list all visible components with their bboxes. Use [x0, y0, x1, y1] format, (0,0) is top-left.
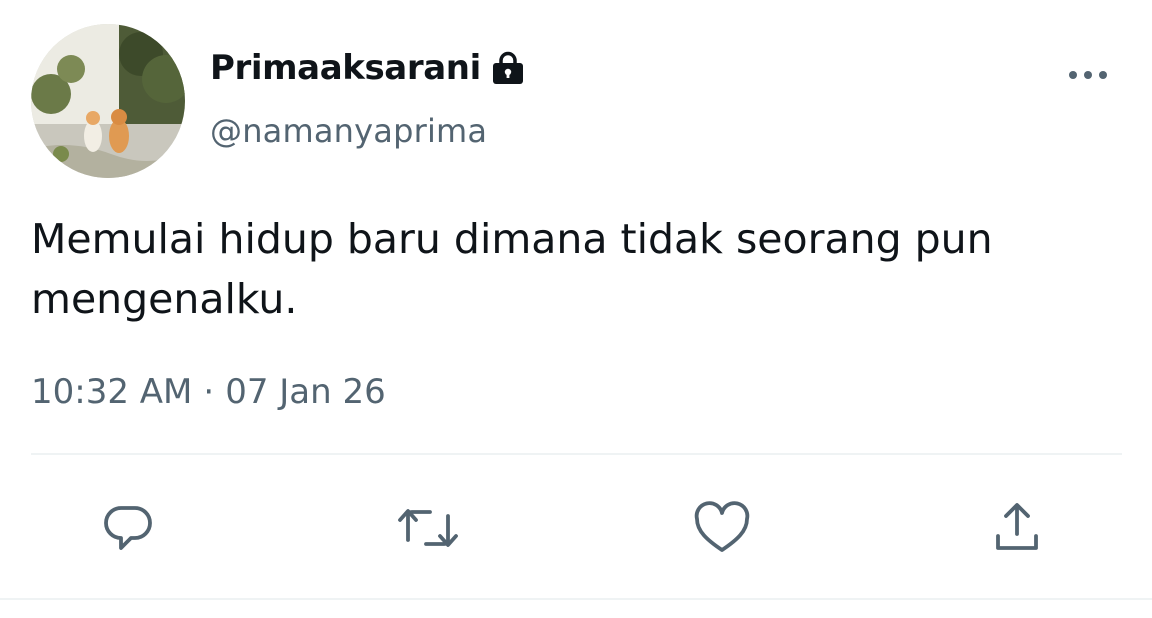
- more-options-button[interactable]: [1064, 58, 1112, 92]
- more-icon: [1069, 71, 1107, 79]
- display-name[interactable]: Primaaksarani: [210, 48, 481, 88]
- reply-icon: [104, 506, 152, 550]
- handle[interactable]: @namanyaprima: [210, 112, 487, 150]
- divider: [0, 598, 1152, 600]
- retweet-button[interactable]: [396, 496, 460, 560]
- heart-icon: [694, 501, 750, 552]
- author-row: Primaaksarani: [210, 44, 526, 92]
- retweet-icon: [398, 509, 458, 547]
- timestamp[interactable]: 10:32 AM · 07 Jan 26: [31, 372, 386, 412]
- tweet-date: 07 Jan 26: [225, 372, 386, 412]
- share-button[interactable]: [985, 496, 1049, 560]
- share-icon: [996, 503, 1038, 550]
- divider: [31, 453, 1122, 455]
- timestamp-separator: ·: [203, 372, 215, 412]
- tweet-time: 10:32 AM: [31, 372, 193, 412]
- avatar-image: [31, 24, 185, 178]
- avatar[interactable]: [31, 24, 185, 178]
- like-button[interactable]: [690, 496, 754, 560]
- lock-icon: [490, 50, 526, 86]
- tweet-text: Memulai hidup baru dimana tidak seorang …: [31, 215, 993, 323]
- reply-button[interactable]: [97, 496, 161, 560]
